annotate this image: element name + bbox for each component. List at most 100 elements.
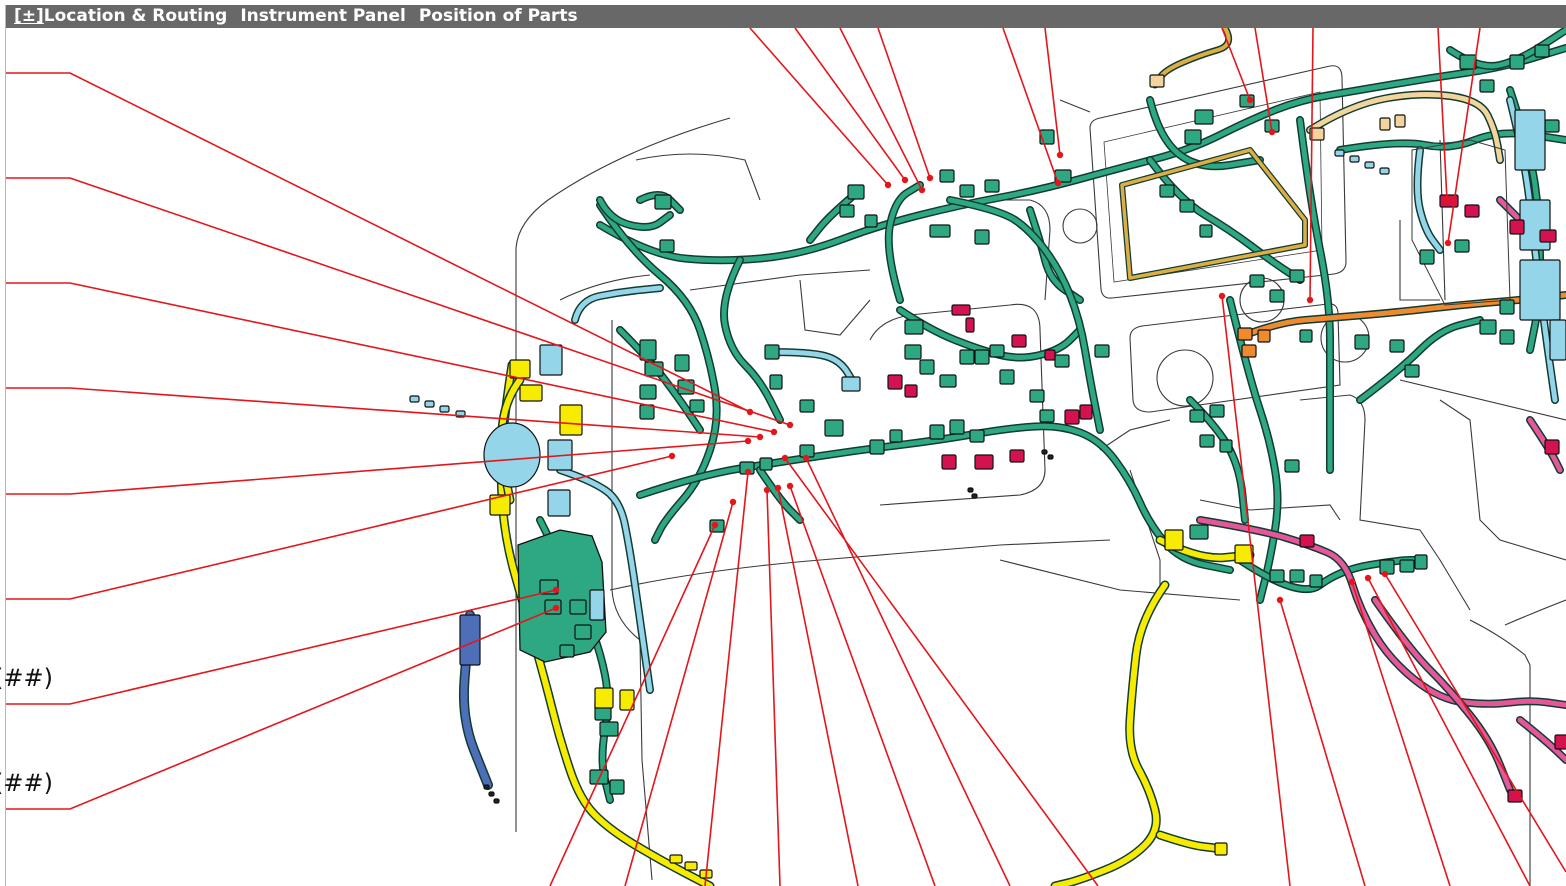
leader-dot bbox=[918, 186, 926, 194]
connector bbox=[1499, 329, 1515, 345]
expand-collapse-icon[interactable]: [±] bbox=[14, 6, 44, 26]
panel-outline bbox=[609, 539, 1111, 591]
connector bbox=[439, 405, 450, 413]
connector bbox=[1209, 404, 1225, 418]
lead-dash bbox=[483, 784, 490, 790]
leader-dot bbox=[1443, 196, 1451, 204]
lead-dash bbox=[493, 798, 500, 804]
connector bbox=[1269, 289, 1285, 303]
connector bbox=[1237, 327, 1253, 341]
connector bbox=[1149, 74, 1165, 88]
panel-outline bbox=[1439, 139, 1446, 301]
connector bbox=[1334, 149, 1345, 157]
connector bbox=[1079, 404, 1093, 420]
leader-dot bbox=[744, 437, 752, 445]
connector bbox=[1464, 204, 1480, 218]
connector bbox=[1044, 349, 1056, 361]
connector bbox=[1039, 409, 1055, 423]
connector bbox=[1399, 559, 1415, 573]
connector bbox=[959, 349, 975, 365]
harness-wire-main bbox=[1357, 317, 1483, 403]
connector bbox=[1189, 524, 1209, 540]
connector bbox=[589, 589, 605, 621]
connector bbox=[1499, 299, 1515, 315]
connector bbox=[1519, 259, 1561, 321]
connector bbox=[689, 399, 705, 413]
connector bbox=[669, 854, 683, 864]
harness-wire-main-outline bbox=[1026, 206, 1084, 304]
connector bbox=[799, 399, 815, 413]
leader-line bbox=[6, 282, 775, 433]
leader-line bbox=[1351, 581, 1451, 886]
connector bbox=[1534, 44, 1550, 58]
leader-line bbox=[784, 457, 1099, 886]
connector bbox=[1389, 339, 1405, 353]
leader-line bbox=[6, 440, 749, 495]
leader-dot bbox=[668, 452, 676, 460]
leader-dot bbox=[802, 454, 810, 462]
connectors bbox=[409, 44, 1566, 879]
leader-dot bbox=[1276, 596, 1284, 604]
leader-dot bbox=[774, 484, 782, 492]
title-section-position-of-parts: Position of Parts bbox=[418, 6, 578, 26]
leader-dot bbox=[786, 421, 794, 429]
panel-outline bbox=[1504, 599, 1566, 626]
connector bbox=[904, 344, 922, 360]
leader-dot bbox=[756, 433, 764, 441]
lead-dash bbox=[1047, 454, 1054, 460]
connector bbox=[1064, 409, 1080, 425]
connector bbox=[1199, 224, 1213, 238]
connector bbox=[1241, 344, 1257, 358]
connector bbox=[839, 204, 855, 218]
connector bbox=[824, 419, 844, 437]
connector bbox=[539, 344, 563, 376]
connector bbox=[609, 779, 625, 795]
connector bbox=[639, 404, 655, 420]
connector bbox=[1179, 199, 1195, 213]
connector bbox=[1419, 249, 1435, 265]
connector bbox=[599, 721, 619, 737]
connector bbox=[547, 489, 571, 517]
leader-dot bbox=[786, 482, 794, 490]
lead-dash bbox=[1041, 449, 1048, 455]
panel-outline bbox=[1469, 619, 1531, 886]
connector bbox=[1269, 569, 1285, 583]
panel-outline bbox=[689, 269, 871, 291]
connector bbox=[569, 599, 587, 615]
connector bbox=[919, 359, 935, 375]
connector bbox=[974, 229, 990, 245]
lead-dash bbox=[488, 791, 495, 797]
leader-line bbox=[1437, 27, 1448, 201]
leader-dot bbox=[884, 181, 892, 189]
leader-line bbox=[1279, 599, 1366, 886]
connector bbox=[574, 624, 592, 640]
leader-dot bbox=[926, 174, 934, 182]
connector bbox=[1284, 459, 1300, 473]
panel-outline bbox=[799, 279, 871, 336]
connector bbox=[1189, 409, 1205, 423]
callout-label: (##) bbox=[0, 769, 53, 797]
panel-outline bbox=[1059, 99, 1091, 113]
connector bbox=[1289, 569, 1305, 583]
connector bbox=[889, 429, 903, 443]
connector bbox=[951, 304, 971, 316]
leader-dot bbox=[711, 521, 719, 529]
connector bbox=[1289, 269, 1305, 283]
connector bbox=[639, 384, 657, 400]
connector bbox=[759, 457, 773, 471]
harness-wire-main-outline bbox=[636, 422, 1234, 574]
panel-outline bbox=[611, 320, 653, 881]
connector bbox=[764, 344, 780, 360]
connector bbox=[1539, 229, 1557, 243]
connector bbox=[949, 419, 965, 435]
leader-line bbox=[794, 27, 906, 181]
leader-dot bbox=[1218, 292, 1226, 300]
connector bbox=[1509, 54, 1525, 70]
connector bbox=[424, 400, 435, 408]
connector bbox=[654, 194, 672, 210]
connector bbox=[974, 349, 990, 365]
knob-outline bbox=[1062, 208, 1098, 244]
leader-line bbox=[1002, 27, 1059, 184]
connector bbox=[1544, 119, 1560, 133]
connector bbox=[1509, 219, 1525, 235]
